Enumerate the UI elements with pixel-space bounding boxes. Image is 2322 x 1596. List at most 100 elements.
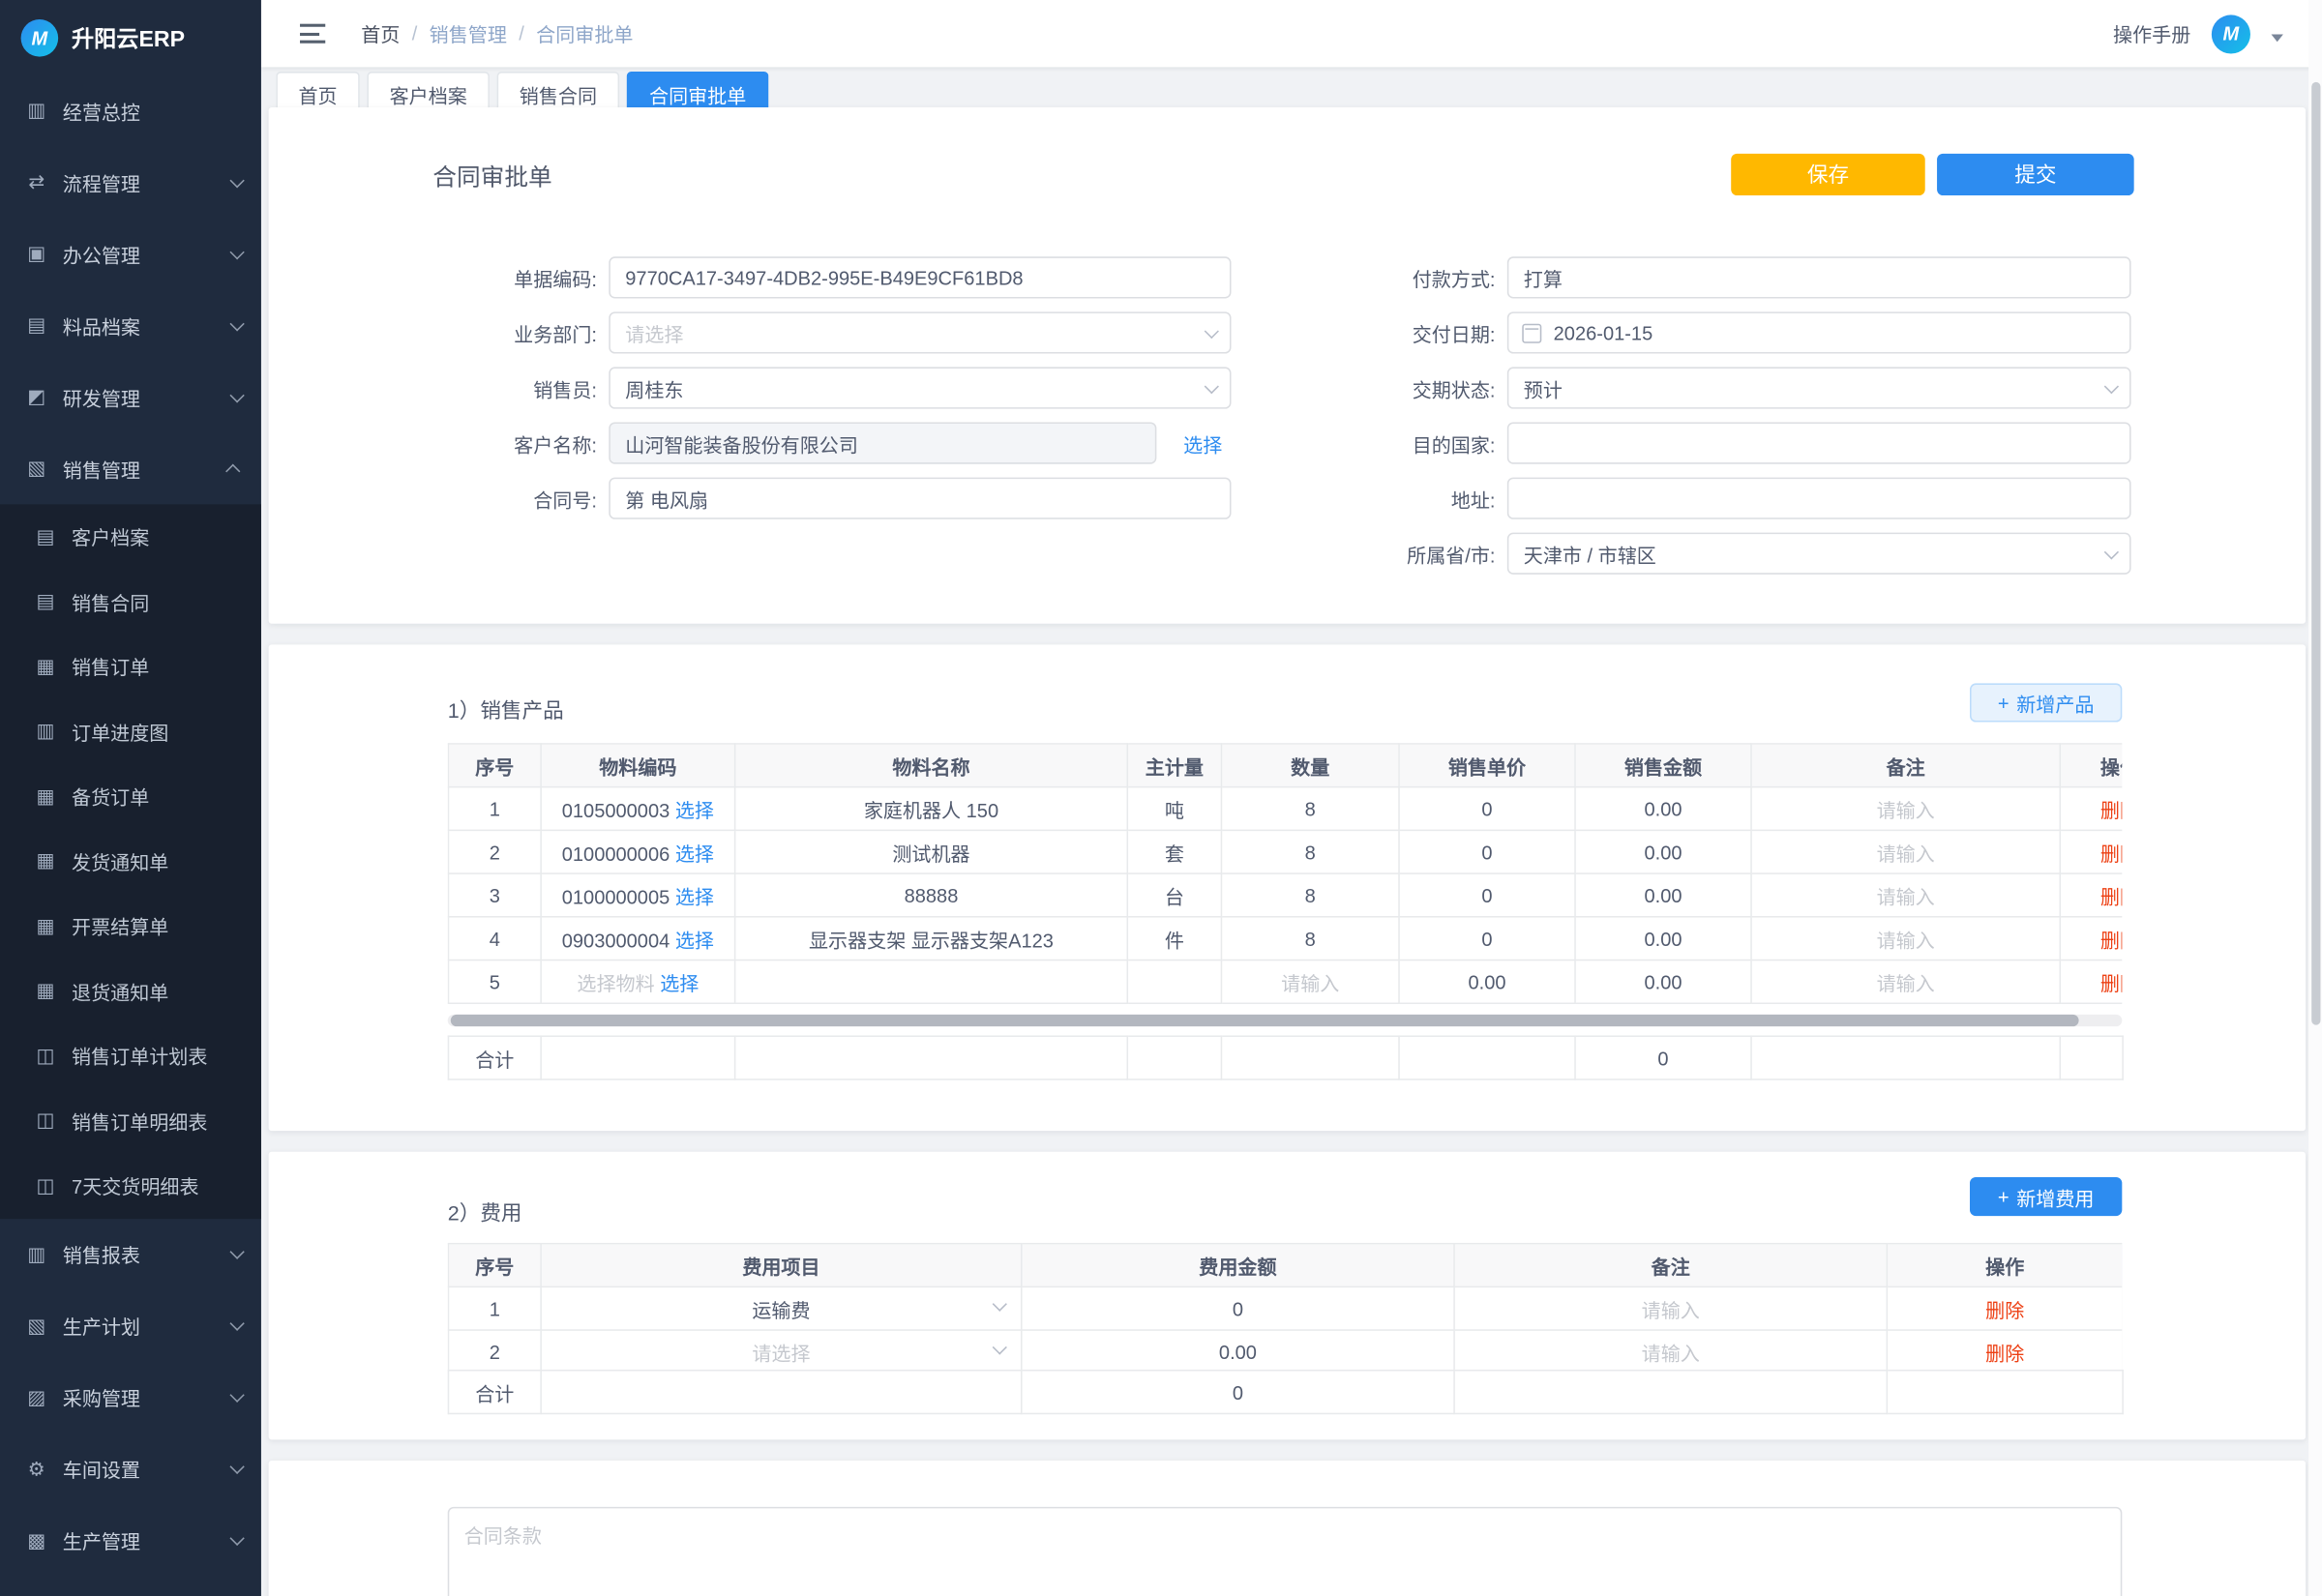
manual-link[interactable]: 操作手册 — [2113, 19, 2190, 47]
qty-cell[interactable]: 请输入 — [1281, 972, 1339, 994]
remark-cell[interactable]: 请输入 — [1877, 885, 1935, 907]
sidebar-item-operations-dashboard[interactable]: ▥ 经营总控 — [0, 74, 261, 146]
customer-select-link[interactable]: 选择 — [1183, 429, 1222, 457]
remark-cell[interactable]: 请输入 — [1877, 799, 1935, 821]
calendar-icon — [1522, 323, 1541, 342]
fees-total-row: 合计 0 — [448, 1370, 2124, 1414]
caret-down-icon[interactable] — [2272, 34, 2283, 42]
bar-chart-icon: ▥ — [33, 720, 58, 744]
sidebar-item-rd-mgmt[interactable]: ◩ 研发管理 — [0, 361, 261, 432]
table-icon: ▦ — [33, 784, 58, 809]
sidebar-item-sales-contract[interactable]: ▤ 销售合同 — [0, 569, 261, 634]
sidebar-item-sales-mgmt[interactable]: ▧ 销售管理 — [0, 432, 261, 504]
material-select-link[interactable]: 选择 — [675, 929, 714, 951]
submit-button[interactable]: 提交 — [1937, 154, 2134, 195]
fee-item-select[interactable]: 运输费 — [541, 1286, 1022, 1330]
contract-no-input[interactable] — [609, 478, 1231, 519]
payment-input[interactable] — [1507, 256, 2131, 298]
amount-cell: 0.00 — [1575, 961, 1751, 1004]
save-button[interactable]: 保存 — [1731, 154, 1925, 195]
breadcrumb-sales-mgmt[interactable]: 销售管理 — [430, 19, 507, 47]
department-select[interactable]: 请选择 — [609, 311, 1231, 353]
sidebar-item-sales-report[interactable]: ▥ 销售报表 — [0, 1218, 261, 1289]
add-fee-button[interactable]: + 新增费用 — [1970, 1177, 2122, 1216]
sidebar-item-purchase-mgmt[interactable]: ▨ 采购管理 — [0, 1361, 261, 1433]
qty-cell[interactable]: 8 — [1221, 830, 1399, 873]
tab-customer-archive[interactable]: 客户档案 — [367, 72, 490, 107]
sidebar-item-production-mgmt[interactable]: ▩ 生产管理 — [0, 1505, 261, 1577]
app-logo: M 升阳云ERP — [0, 0, 261, 74]
sidebar-item-delivery-notice[interactable]: ▦ 发货通知单 — [0, 829, 261, 894]
price-cell[interactable]: 0 — [1399, 873, 1575, 917]
remark-cell[interactable]: 请输入 — [1642, 1342, 1700, 1364]
products-header-row: 序号 物料编码 物料名称 主计量 数量 销售单价 销售金额 备注 操作 — [448, 744, 2122, 787]
remark-cell[interactable]: 请输入 — [1877, 842, 1935, 865]
sidebar-item-sales-order-detail[interactable]: ◫ 销售订单明细表 — [0, 1088, 261, 1153]
fee-amount-cell[interactable]: 0 — [1022, 1286, 1454, 1330]
delete-row-link[interactable]: 删除 — [2100, 972, 2122, 994]
qty-cell[interactable]: 8 — [1221, 787, 1399, 831]
delivery-date-picker[interactable]: 2026-01-15 — [1507, 311, 2131, 353]
remark-cell[interactable]: 请输入 — [1877, 929, 1935, 951]
price-cell[interactable]: 0 — [1399, 787, 1575, 831]
fee-item-select[interactable]: 请选择 — [541, 1330, 1022, 1374]
price-cell[interactable]: 0 — [1399, 830, 1575, 873]
address-input[interactable] — [1507, 478, 2131, 519]
sidebar-item-sales-order-plan[interactable]: ◫ 销售订单计划表 — [0, 1023, 261, 1088]
tab-contract-approval[interactable]: 合同审批单 — [627, 72, 769, 107]
dest-country-input[interactable] — [1507, 423, 2131, 464]
sidebar-item-customer-archive[interactable]: ▤ 客户档案 — [0, 504, 261, 569]
material-select-link[interactable]: 选择 — [675, 799, 714, 821]
horizontal-scrollbar-thumb[interactable] — [451, 1015, 2079, 1026]
sales-products-card: 1）销售产品 + 新增产品 序号 物料编码 物料名称 主计量 数量 销售单价 销… — [269, 644, 2306, 1131]
sidebar-item-office-mgmt[interactable]: ▣ 办公管理 — [0, 218, 261, 289]
sidebar-item-invoice-settlement[interactable]: ▦ 开票结算单 — [0, 894, 261, 959]
sidebar-item-workshop-settings[interactable]: ⚙ 车间设置 — [0, 1433, 261, 1504]
material-select-link[interactable]: 选择 — [675, 842, 714, 865]
remark-cell[interactable]: 请输入 — [1642, 1299, 1700, 1321]
delivery-date-label: 交付日期: — [1370, 318, 1496, 346]
material-select-link[interactable]: 选择 — [675, 885, 714, 907]
province-cascader[interactable]: 天津市 / 市辖区 — [1507, 533, 2131, 575]
sidebar-item-stock-order[interactable]: ▦ 备货订单 — [0, 764, 261, 829]
sidebar-item-label: 销售订单计划表 — [72, 1042, 207, 1070]
delete-row-link[interactable]: 删除 — [2100, 842, 2122, 865]
horizontal-scrollbar[interactable] — [448, 1015, 2123, 1026]
qty-cell[interactable]: 8 — [1221, 873, 1399, 917]
vertical-scrollbar-thumb[interactable] — [2310, 82, 2319, 1025]
sidebar-item-sales-order[interactable]: ▦ 销售订单 — [0, 635, 261, 699]
sidebar-item-label: 办公管理 — [63, 240, 140, 268]
doc-code-input[interactable] — [609, 256, 1231, 298]
tab-home[interactable]: 首页 — [276, 72, 359, 107]
sidebar-item-outsourcing-mgmt[interactable]: ▦ 委外管理 — [0, 1577, 261, 1596]
remark-cell[interactable]: 请输入 — [1877, 972, 1935, 994]
sidebar-item-label: 研发管理 — [63, 383, 140, 411]
contract-terms-textarea[interactable] — [448, 1507, 2123, 1596]
material-name: 88888 — [735, 873, 1128, 917]
delivery-status-select[interactable]: 预计 — [1507, 367, 2131, 408]
sidebar-item-production-plan[interactable]: ▧ 生产计划 — [0, 1289, 261, 1361]
fee-amount-cell[interactable]: 0.00 — [1022, 1330, 1454, 1374]
delete-row-link[interactable]: 删除 — [2100, 929, 2122, 951]
delete-row-link[interactable]: 删除 — [2100, 885, 2122, 907]
price-cell[interactable]: 0 — [1399, 917, 1575, 961]
sidebar-item-material-archive[interactable]: ▤ 料品档案 — [0, 289, 261, 361]
breadcrumb-home[interactable]: 首页 — [361, 19, 400, 47]
delete-row-link[interactable]: 删除 — [2100, 799, 2122, 821]
tab-sales-contract[interactable]: 销售合同 — [497, 72, 620, 107]
qty-cell[interactable]: 8 — [1221, 917, 1399, 961]
sidebar-item-seven-day-delivery[interactable]: ◫ 7天交货明细表 — [0, 1153, 261, 1218]
price-cell[interactable]: 0.00 — [1399, 961, 1575, 1004]
sidebar-item-order-progress[interactable]: ▥ 订单进度图 — [0, 699, 261, 764]
avatar[interactable]: M — [2212, 15, 2250, 53]
salesman-select[interactable]: 周桂东 — [609, 367, 1231, 408]
delete-row-link[interactable]: 删除 — [1985, 1299, 2024, 1321]
add-product-button[interactable]: + 新增产品 — [1970, 683, 2122, 722]
material-select-link[interactable]: 选择 — [660, 972, 699, 994]
delete-row-link[interactable]: 删除 — [1985, 1342, 2024, 1364]
collapse-menu-icon[interactable] — [300, 24, 325, 44]
sidebar-item-return-notice[interactable]: ▦ 退货通知单 — [0, 959, 261, 1023]
vertical-scrollbar[interactable] — [2308, 0, 2322, 1596]
sidebar-item-process-mgmt[interactable]: ⇄ 流程管理 — [0, 146, 261, 218]
sidebar-item-label: 7天交货明细表 — [72, 1171, 198, 1199]
